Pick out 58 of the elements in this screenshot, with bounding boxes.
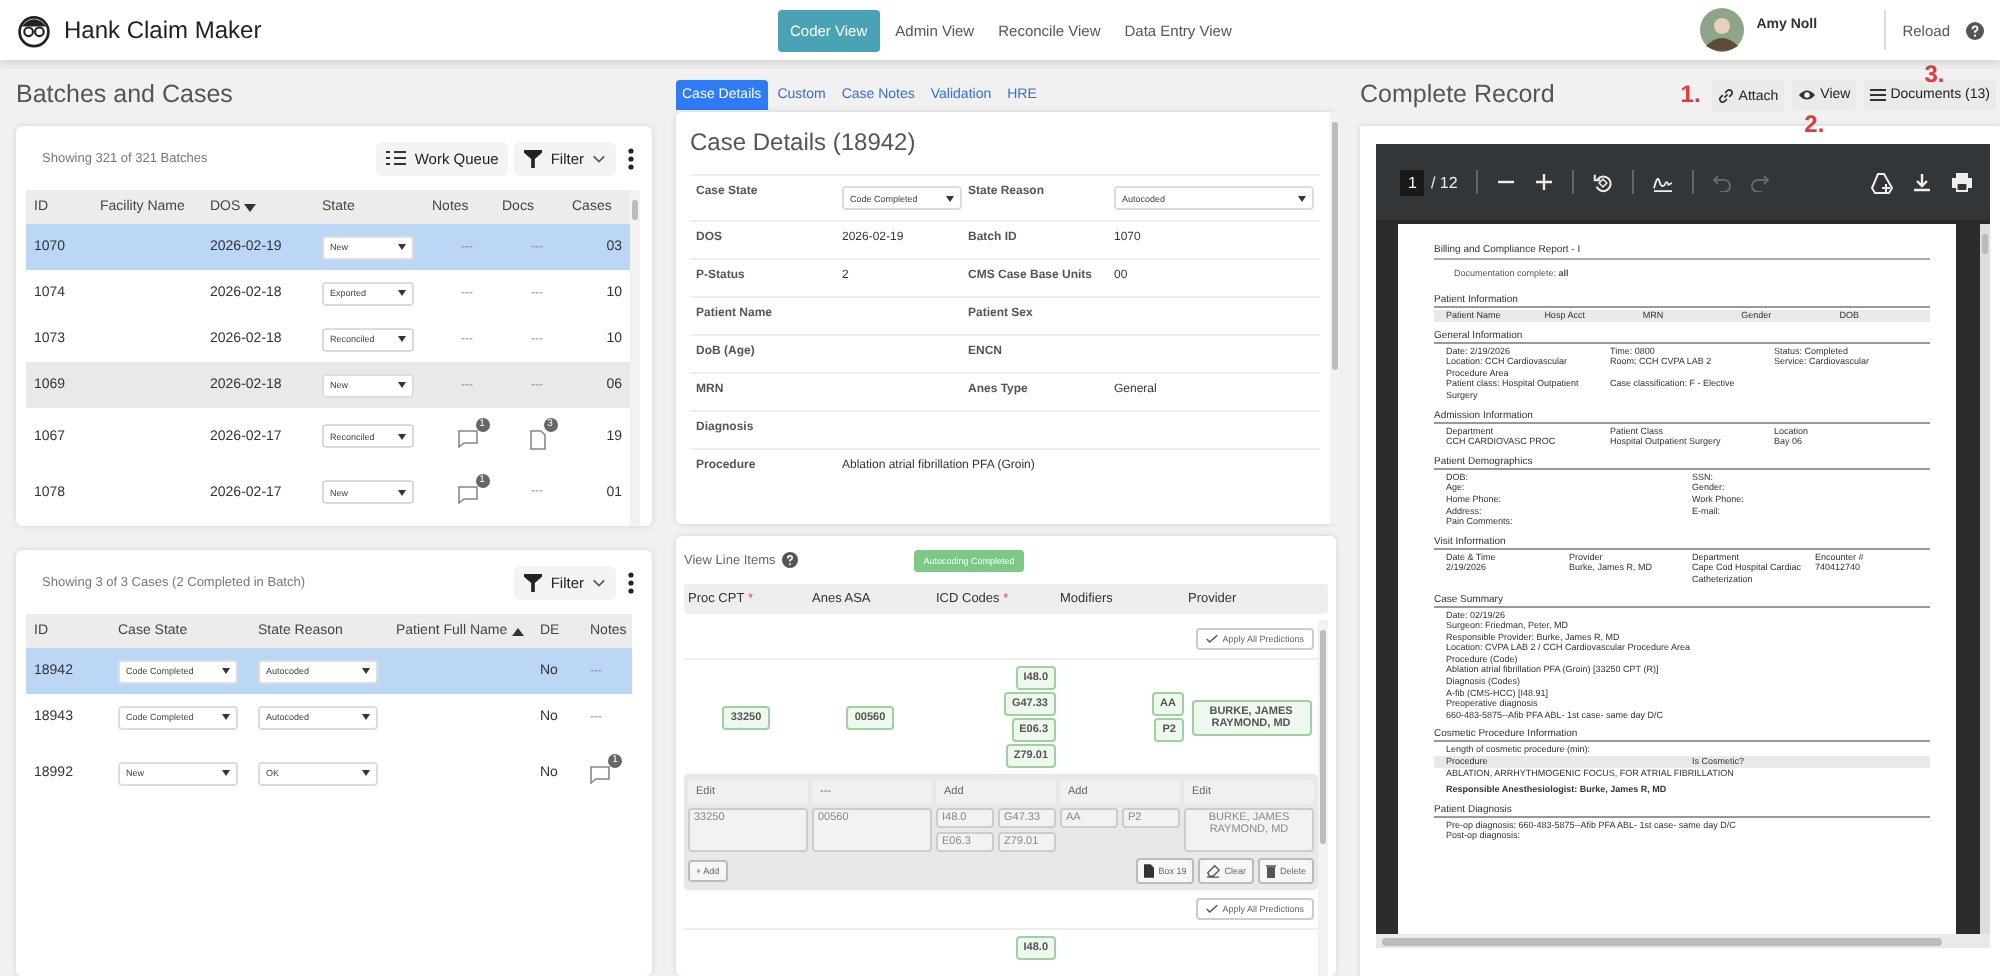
comment-icon[interactable] xyxy=(457,430,477,448)
caret-icon xyxy=(398,433,406,439)
more-icon[interactable] xyxy=(628,147,634,169)
comment-icon[interactable] xyxy=(457,486,477,504)
sort-icon xyxy=(244,203,257,211)
zoom-in-icon[interactable] xyxy=(1533,172,1554,192)
caret-icon xyxy=(362,770,370,776)
chevron-icon xyxy=(592,577,606,587)
trash-icon xyxy=(1265,864,1276,878)
check-icon xyxy=(1206,634,1219,644)
list-icon xyxy=(1870,88,1887,102)
section-title: Batches and Cases xyxy=(16,80,235,108)
eraser-icon xyxy=(1206,864,1221,878)
filter-icon xyxy=(524,573,543,591)
caret-icon xyxy=(398,382,406,388)
scrollbar[interactable] xyxy=(1330,112,1340,524)
check-icon xyxy=(1206,904,1219,914)
list-icon xyxy=(386,150,407,166)
app-title: Hank Claim Maker xyxy=(64,16,262,44)
page-number-field[interactable]: 1 xyxy=(1400,169,1425,195)
scrollbar[interactable] xyxy=(630,190,640,526)
document-icon xyxy=(1144,864,1155,878)
caret-icon xyxy=(398,489,406,495)
signature-icon[interactable] xyxy=(1651,173,1674,191)
scrollbar[interactable] xyxy=(1376,934,1990,948)
download-icon[interactable] xyxy=(1912,172,1932,192)
caret-icon xyxy=(398,336,406,342)
caret-icon xyxy=(222,770,230,776)
caret-icon xyxy=(222,668,230,674)
caret-icon xyxy=(362,714,370,720)
annotation-number: 1. xyxy=(1680,80,1701,108)
scrollbar[interactable] xyxy=(1318,620,1328,976)
document-icon[interactable] xyxy=(529,429,545,449)
scrollbar[interactable] xyxy=(1980,224,1990,934)
rotate-icon[interactable] xyxy=(1591,171,1614,193)
logo-icon xyxy=(16,12,52,48)
caret-icon xyxy=(362,668,370,674)
avatar-icon[interactable] xyxy=(1700,8,1745,52)
more-icon[interactable] xyxy=(628,571,634,593)
print-icon[interactable] xyxy=(1950,172,1974,192)
caret-icon xyxy=(398,290,406,296)
page-count: / 12 xyxy=(1430,173,1458,191)
caret-icon xyxy=(946,195,954,201)
card-title: Case Details (18942) xyxy=(690,128,918,156)
comment-icon[interactable] xyxy=(590,765,610,783)
chevron-icon xyxy=(592,153,606,163)
caret-icon xyxy=(1298,195,1306,201)
caret-icon xyxy=(222,714,230,720)
help-icon[interactable] xyxy=(781,552,798,568)
link-icon xyxy=(1718,88,1735,104)
drive-add-icon[interactable] xyxy=(1870,171,1894,193)
caret-icon xyxy=(398,244,406,250)
annotation-number: 2. xyxy=(1804,110,1825,138)
help-icon[interactable] xyxy=(1966,21,1984,39)
section-title: Complete Record xyxy=(1360,80,1555,108)
filter-icon xyxy=(524,149,543,167)
eye-icon xyxy=(1798,88,1817,102)
sort-icon xyxy=(511,627,524,635)
